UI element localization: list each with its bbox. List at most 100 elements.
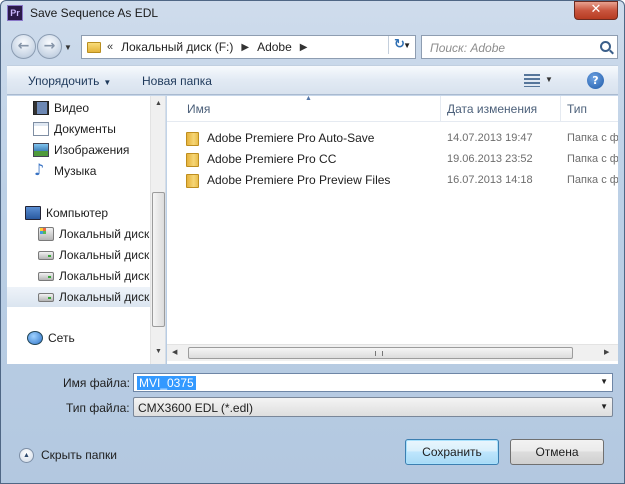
breadcrumb-separator-icon[interactable]: ▶	[241, 42, 249, 53]
folder-icon	[186, 174, 199, 188]
file-name: Adobe Premiere Pro Preview Files	[207, 173, 391, 187]
navigation-pane-scrollbar[interactable]: ▲ ▼	[150, 96, 165, 364]
address-bar[interactable]: « Локальный диск (F:) ▶ Adobe ▶ ▼	[81, 35, 416, 59]
chevron-down-icon: ▼	[103, 78, 112, 87]
change-view-icon[interactable]	[524, 74, 540, 87]
command-toolbar: Упорядочить ▼ Новая папка ▼ ?	[7, 65, 618, 95]
scroll-up-icon[interactable]: ▲	[155, 100, 162, 107]
sidebar-item-label: Видео	[54, 101, 90, 115]
chevron-down-icon[interactable]: ▼	[600, 377, 608, 386]
sidebar-item-label: Локальный диск	[59, 227, 150, 241]
hide-folders-label: Скрыть папки	[41, 448, 117, 462]
column-header-date[interactable]: Дата изменения	[441, 96, 561, 122]
sidebar-item-computer[interactable]: Компьютер	[7, 203, 150, 223]
file-row-auto-save[interactable]: Adobe Premiere Pro Auto-Save 14.07.2013 …	[167, 128, 618, 149]
close-button[interactable]: ✕	[574, 1, 618, 20]
file-type: Папка с ф	[567, 132, 618, 144]
window-title: Save Sequence As EDL	[30, 6, 159, 20]
file-row-preview-files[interactable]: Adobe Premiere Pro Preview Files 16.07.2…	[167, 170, 618, 191]
computer-icon	[25, 206, 41, 220]
filetype-label: Тип файла:	[66, 401, 130, 415]
file-list: ▲ Имя Дата изменения Тип Adobe Premiere …	[167, 96, 618, 364]
view-options-dropdown-icon[interactable]: ▼	[545, 75, 553, 84]
images-icon	[33, 143, 49, 157]
music-icon	[33, 161, 49, 179]
column-header-name[interactable]: Имя	[181, 96, 441, 122]
search-icon[interactable]	[600, 41, 611, 52]
file-date: 19.06.2013 23:52	[447, 153, 533, 165]
sidebar-item-documents[interactable]: Документы	[7, 119, 150, 139]
sidebar-item-drive-3[interactable]: Локальный диск	[7, 266, 150, 286]
sidebar-item-network[interactable]: Сеть	[7, 328, 150, 348]
organize-label: Упорядочить	[28, 74, 100, 88]
dialog-window: Pr Save Sequence As EDL ✕ ← → ▼ « Локаль…	[0, 0, 625, 484]
filename-label: Имя файла:	[63, 376, 130, 390]
sidebar-item-label: Документы	[54, 122, 116, 136]
breadcrumb-separator-icon[interactable]: ▶	[300, 42, 308, 53]
sidebar-item-drive-2[interactable]: Локальный диск	[7, 245, 150, 265]
drive-icon	[38, 250, 54, 260]
recent-locations-dropdown-icon[interactable]: ▼	[64, 43, 74, 53]
sidebar-item-label: Локальный диск	[59, 290, 150, 304]
sidebar-item-images[interactable]: Изображения	[7, 140, 150, 160]
drive-icon	[38, 292, 54, 302]
grip-icon	[375, 351, 383, 356]
scroll-right-icon[interactable]: ▶	[604, 348, 609, 356]
chevron-down-icon: ▼	[600, 402, 608, 411]
column-header-row: ▲ Имя Дата изменения Тип	[167, 96, 618, 122]
file-date: 16.07.2013 14:18	[447, 174, 533, 186]
file-name: Adobe Premiere Pro CC	[207, 152, 337, 166]
chevron-up-icon: ▲	[19, 447, 34, 463]
search-placeholder: Поиск: Adobe	[430, 41, 506, 55]
search-input[interactable]: Поиск: Adobe	[421, 35, 618, 59]
back-button[interactable]: ←	[11, 34, 36, 59]
network-icon	[27, 331, 43, 345]
sidebar-item-video[interactable]: Видео	[7, 98, 150, 118]
file-type: Папка с ф	[567, 174, 618, 186]
sidebar-item-label: Изображения	[54, 143, 130, 157]
cancel-button[interactable]: Отмена	[510, 439, 604, 465]
file-date: 14.07.2013 19:47	[447, 132, 533, 144]
scroll-down-icon[interactable]: ▼	[155, 348, 162, 355]
forward-button[interactable]: →	[37, 34, 62, 59]
help-icon[interactable]: ?	[587, 72, 604, 89]
refresh-button[interactable]: ↻	[388, 36, 410, 54]
folder-icon	[186, 132, 199, 146]
column-header-type[interactable]: Тип	[561, 96, 618, 122]
filename-input[interactable]: MVI_0375 ▼	[133, 373, 613, 392]
folder-icon	[87, 41, 101, 53]
sidebar-item-label: Компьютер	[46, 206, 109, 220]
drive-icon	[38, 271, 54, 281]
file-row-premiere-cc[interactable]: Adobe Premiere Pro CC 19.06.2013 23:52 П…	[167, 149, 618, 170]
documents-icon	[33, 122, 49, 136]
sidebar-item-drive-f[interactable]: Локальный диск	[7, 287, 150, 307]
sidebar-item-label: Сеть	[48, 331, 75, 345]
file-type: Папка с ф	[567, 153, 618, 165]
filetype-select[interactable]: CMX3600 EDL (*.edl) ▼	[133, 397, 613, 417]
scrollbar-thumb[interactable]	[188, 347, 573, 359]
file-name: Adobe Premiere Pro Auto-Save	[207, 131, 375, 145]
filename-value: MVI_0375	[137, 376, 196, 390]
file-list-horizontal-scrollbar[interactable]: ◀ ▶	[167, 344, 618, 361]
save-button[interactable]: Сохранить	[405, 439, 499, 465]
system-drive-icon	[38, 227, 54, 241]
scroll-left-icon[interactable]: ◀	[172, 348, 177, 356]
scrollbar-thumb[interactable]	[152, 192, 165, 327]
video-icon	[33, 101, 49, 115]
navigation-bar: ← → ▼ « Локальный диск (F:) ▶ Adobe ▶ ▼ …	[7, 31, 618, 63]
folder-icon	[186, 153, 199, 167]
address-overflow-chevron[interactable]: «	[107, 41, 113, 53]
sidebar-item-label: Локальный диск	[59, 248, 150, 262]
premiere-app-icon: Pr	[7, 5, 23, 21]
breadcrumb-adobe[interactable]: Adobe	[257, 40, 292, 54]
sidebar-item-label: Музыка	[54, 164, 97, 178]
title-bar: Pr Save Sequence As EDL ✕	[1, 1, 624, 29]
hide-folders-toggle[interactable]: ▲ Скрыть папки	[19, 446, 117, 464]
organize-menu-button[interactable]: Упорядочить ▼	[28, 74, 111, 88]
breadcrumb-drive[interactable]: Локальный диск (F:)	[121, 40, 233, 54]
navigation-pane: Видео Документы Изображения Музыка Компь…	[7, 96, 166, 364]
sidebar-item-drive-c[interactable]: Локальный диск	[7, 224, 150, 244]
sidebar-item-label: Локальный диск	[59, 269, 150, 283]
sidebar-item-music[interactable]: Музыка	[7, 161, 150, 181]
new-folder-button[interactable]: Новая папка	[142, 74, 212, 88]
